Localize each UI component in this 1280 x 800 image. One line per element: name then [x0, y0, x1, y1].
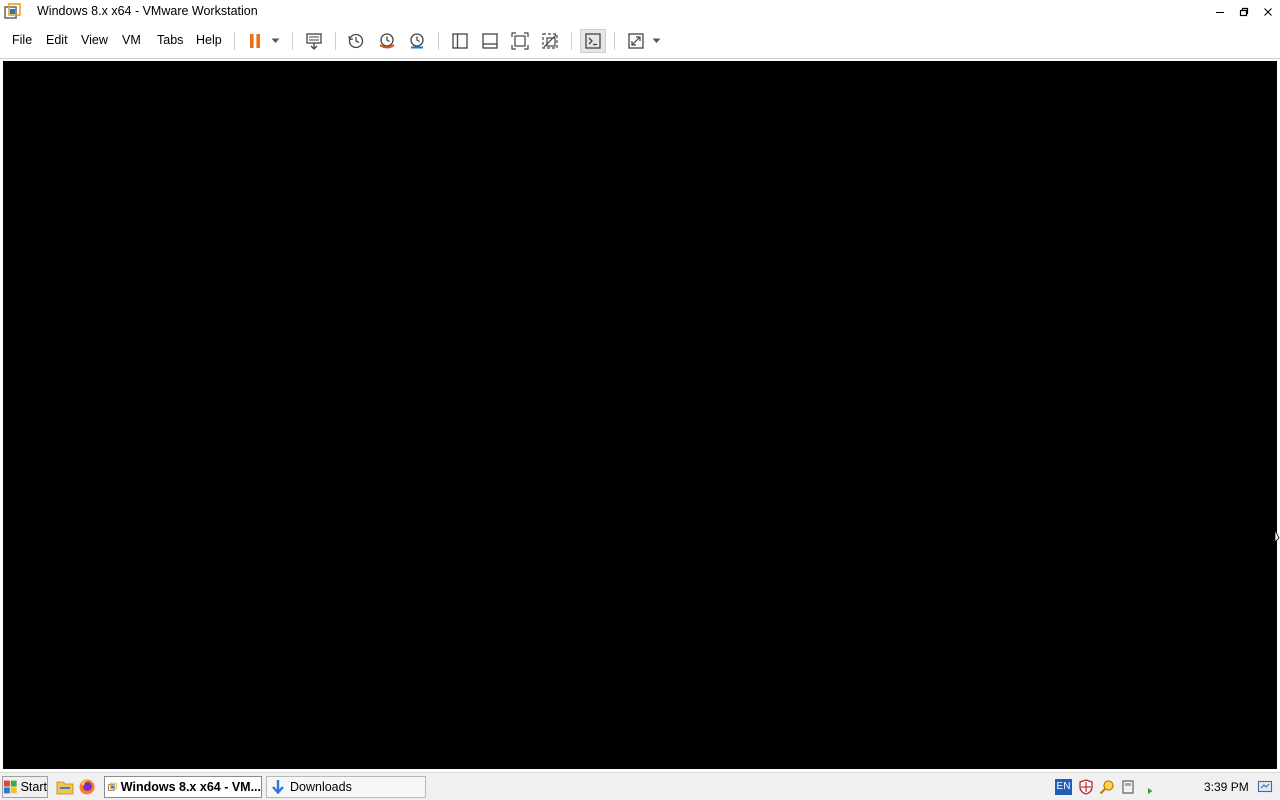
- pause-icon: [250, 34, 260, 48]
- show-library-button[interactable]: [448, 29, 472, 53]
- minimize-icon: [1216, 12, 1224, 13]
- close-icon: [1264, 8, 1272, 16]
- vmware-app-icon: [4, 3, 21, 20]
- toolbar-separator: [438, 32, 439, 50]
- console-view-icon: [585, 33, 601, 49]
- menu-toolbar-bar: File Edit View VM Tabs Help: [0, 24, 1280, 58]
- network-shield-icon[interactable]: [1078, 779, 1094, 795]
- toolbar-separator: [614, 32, 615, 50]
- send-ctrl-alt-del-button[interactable]: [302, 29, 326, 53]
- snapshot-manager-icon: [410, 33, 424, 49]
- minimize-button[interactable]: [1208, 0, 1232, 24]
- mouse-cursor-icon: [1274, 529, 1280, 544]
- menu-file[interactable]: File: [12, 33, 32, 47]
- menu-tabs[interactable]: Tabs: [157, 33, 183, 47]
- vmware-icon: [108, 782, 117, 791]
- unity-icon: [542, 33, 558, 49]
- stretch-dropdown-button[interactable]: [646, 29, 666, 53]
- show-desktop-icon[interactable]: [1257, 779, 1273, 795]
- vm-guest-screen[interactable]: [3, 61, 1277, 769]
- taskbar-item-downloads[interactable]: Downloads: [266, 776, 426, 798]
- title-bar[interactable]: Windows 8.x x64 - VMware Workstation: [0, 0, 1280, 24]
- firefox-icon: [79, 779, 95, 795]
- dropdown-arrow-icon: [271, 38, 279, 43]
- toolbar-separator: [292, 32, 293, 50]
- download-arrow-icon: [272, 780, 284, 795]
- power-dropdown-button[interactable]: [264, 29, 286, 53]
- windows-flag-icon: [3, 780, 17, 794]
- snapshot-icon: [348, 33, 364, 49]
- removable-device-icon[interactable]: [1120, 779, 1136, 795]
- window-title: Windows 8.x x64 - VMware Workstation: [37, 4, 258, 18]
- show-thumbnail-bar-icon: [482, 33, 498, 49]
- dropdown-arrow-icon: [652, 38, 660, 43]
- menu-view[interactable]: View: [81, 33, 108, 47]
- media-play-icon[interactable]: [1142, 779, 1158, 795]
- toolbar-separator: [234, 32, 235, 50]
- console-view-button[interactable]: [580, 29, 606, 53]
- maximize-button[interactable]: [1232, 0, 1256, 24]
- stretch-guest-button[interactable]: [624, 29, 648, 53]
- revert-snapshot-button[interactable]: [375, 29, 399, 53]
- send-ctrl-alt-del-icon: [306, 33, 322, 50]
- toolbar-separator: [335, 32, 336, 50]
- menu-help[interactable]: Help: [196, 33, 222, 47]
- revert-snapshot-icon: [379, 33, 395, 49]
- taskbar: Start Windows 8.x x64 - VM... Downloads …: [0, 772, 1280, 800]
- close-button[interactable]: [1256, 0, 1280, 24]
- full-screen-button[interactable]: [508, 29, 532, 53]
- start-label: Start: [20, 780, 47, 794]
- taskbar-clock[interactable]: 3:39 PM: [1204, 780, 1249, 794]
- quick-launch-firefox[interactable]: [78, 778, 96, 796]
- start-button[interactable]: Start: [2, 776, 48, 798]
- search-tool-icon[interactable]: [1099, 779, 1115, 795]
- stretch-guest-icon: [628, 33, 644, 49]
- menu-vm[interactable]: VM: [122, 33, 141, 47]
- show-thumbnail-bar-button[interactable]: [478, 29, 502, 53]
- snapshot-manager-button[interactable]: [405, 29, 429, 53]
- toolbar-separator: [571, 32, 572, 50]
- taskbar-item-vmware[interactable]: Windows 8.x x64 - VM...: [104, 776, 262, 798]
- vmware-window: Windows 8.x x64 - VMware Workstation Fil…: [0, 0, 1280, 772]
- taskbar-item-label: Downloads: [290, 780, 352, 794]
- restore-icon: [1239, 7, 1249, 17]
- show-library-icon: [452, 33, 468, 49]
- menu-edit[interactable]: Edit: [46, 33, 68, 47]
- language-indicator[interactable]: EN: [1055, 779, 1072, 795]
- taskbar-item-label: Windows 8.x x64 - VM...: [120, 780, 261, 794]
- full-screen-icon: [511, 32, 529, 50]
- take-snapshot-button[interactable]: [344, 29, 368, 53]
- quick-launch-explorer[interactable]: [56, 778, 74, 796]
- folder-icon: [56, 781, 74, 795]
- unity-button[interactable]: [538, 29, 562, 53]
